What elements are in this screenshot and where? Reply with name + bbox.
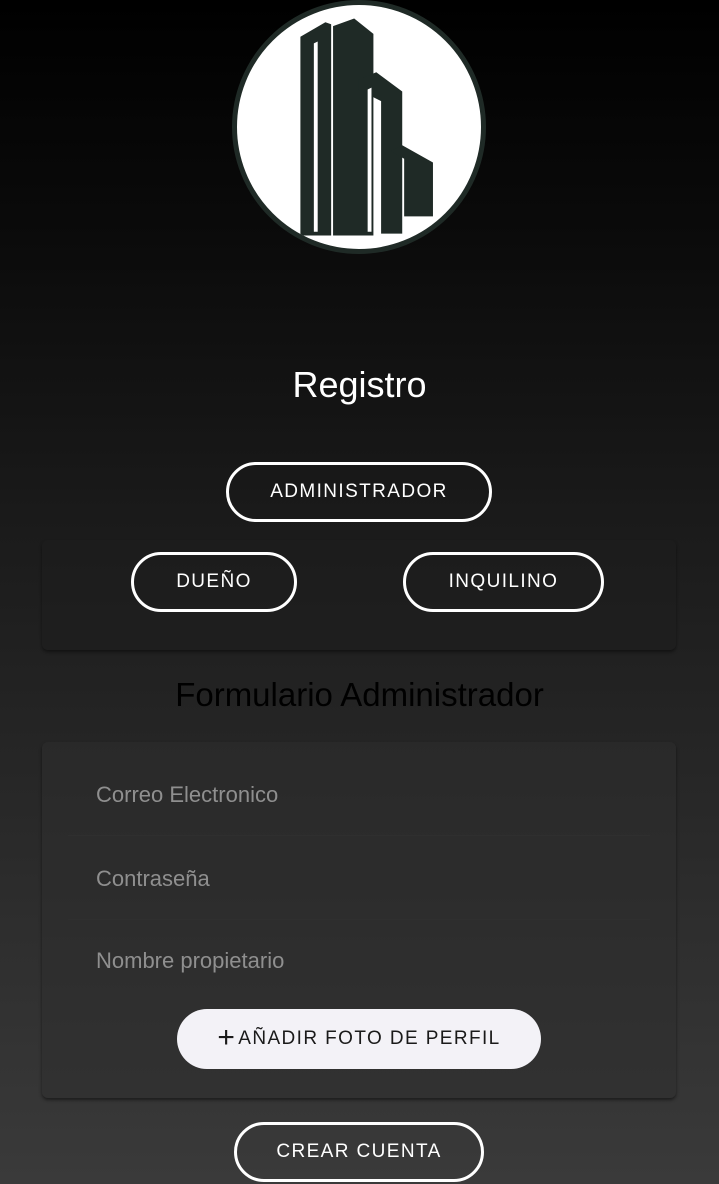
inquilino-button[interactable]: INQUILINO <box>403 552 604 612</box>
add-profile-photo-button[interactable]: + AÑADIR FOTO DE PERFIL <box>177 1009 541 1069</box>
email-input[interactable] <box>96 756 636 834</box>
create-account-button[interactable]: CREAR CUENTA <box>234 1122 484 1182</box>
add-profile-photo-label: AÑADIR FOTO DE PERFIL <box>238 1028 501 1049</box>
form-title: Formulario Administrador <box>175 676 544 713</box>
owner-name-field <box>68 922 650 1002</box>
page-title: Registro <box>292 364 427 405</box>
administrador-button[interactable]: ADMINISTRADOR <box>226 462 492 522</box>
dueno-button[interactable]: DUEÑO <box>131 552 297 612</box>
building-logo-icon <box>232 0 486 254</box>
password-input[interactable] <box>96 840 636 918</box>
email-field <box>68 756 650 836</box>
owner-name-input[interactable] <box>96 922 636 1000</box>
building-icon <box>300 18 433 236</box>
password-field <box>68 840 650 920</box>
plus-icon: + <box>217 1021 237 1054</box>
